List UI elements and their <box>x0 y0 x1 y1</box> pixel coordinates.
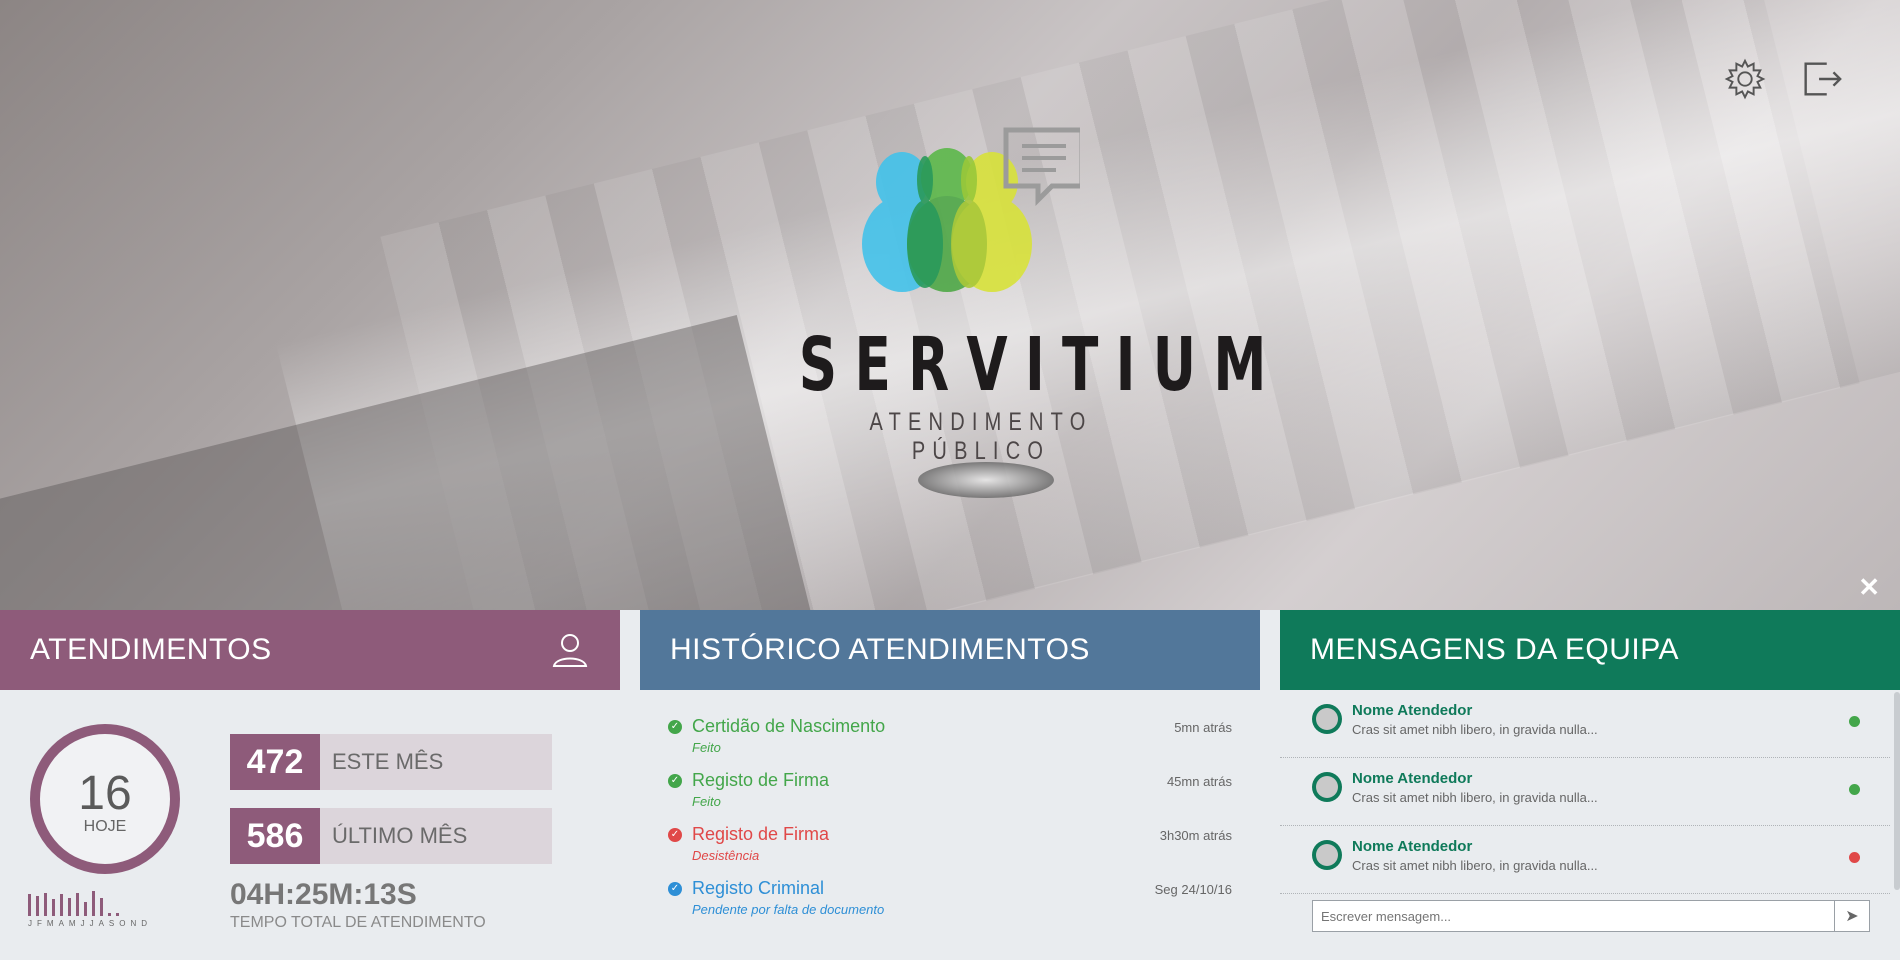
history-title: Registo de Firma <box>692 770 830 790</box>
check-icon: ✓ <box>668 774 682 788</box>
message-composer: ➤ <box>1312 900 1870 932</box>
monthly-bar-chart: JFMAMJJASOND <box>28 890 188 928</box>
history-time: 45mn atrás <box>1166 774 1232 789</box>
month-letter: O <box>119 919 128 928</box>
historico-panel: HISTÓRICO ATENDIMENTOS ✓ Certidão de Nas… <box>640 610 1260 960</box>
history-status: Feito <box>692 794 721 809</box>
message-input[interactable] <box>1312 900 1834 932</box>
stat-last-month: 586 ÚLTIMO MÊS <box>230 808 552 864</box>
hero-banner: SERVITIUM ATENDIMENTO PÚBLICO ✕ <box>0 0 1900 610</box>
month-bar <box>108 913 111 916</box>
message-item[interactable]: Nome Atendedor Cras sit amet nibh libero… <box>1280 758 1890 826</box>
month-letter: J <box>28 919 34 928</box>
message-author: Nome Atendedor <box>1352 838 1473 855</box>
month-bar <box>68 898 71 916</box>
month-letter: N <box>130 919 139 928</box>
servitium-logo: SERVITIUM ATENDIMENTO PÚBLICO <box>740 120 1284 465</box>
history-title: Registo de Firma <box>692 824 830 844</box>
history-title: Certidão de Nascimento <box>692 716 886 736</box>
panel-title: ATENDIMENTOS <box>30 633 272 666</box>
stat-value: 472 <box>230 734 320 790</box>
logout-icon[interactable] <box>1798 56 1844 102</box>
history-status: Pendente por falta de documento <box>692 902 885 917</box>
month-letter: M <box>68 919 78 928</box>
month-bar <box>36 896 39 916</box>
history-status: Desistência <box>692 848 760 863</box>
avatar <box>1312 704 1342 734</box>
check-icon: ✓ <box>668 882 682 896</box>
history-time: 3h30m atrás <box>1159 828 1232 843</box>
total-time: 04H:25M:13S <box>230 878 417 911</box>
history-time: 5mn atrás <box>1174 720 1232 735</box>
top-toolbar <box>1722 56 1844 102</box>
history-time: Seg 24/10/16 <box>1154 882 1232 897</box>
atendimentos-panel: ATENDIMENTOS 16 HOJE JFMAMJJASOND 472 ES… <box>0 610 620 960</box>
history-item[interactable]: ✓ Registo de Firma Feito 45mn atrás <box>668 768 1232 822</box>
month-letter: A <box>58 919 66 928</box>
message-text: Cras sit amet nibh libero, in gravida nu… <box>1352 722 1598 737</box>
month-letter: F <box>37 919 44 928</box>
stat-this-month: 472 ESTE MÊS <box>230 734 552 790</box>
today-label: HOJE <box>83 818 127 835</box>
month-bars <box>28 890 188 916</box>
month-bar <box>84 902 87 916</box>
month-bar <box>100 898 103 916</box>
close-icon[interactable]: ✕ <box>1858 572 1880 603</box>
user-icon[interactable] <box>550 630 590 670</box>
month-bar <box>52 899 55 916</box>
message-item[interactable]: Nome Atendedor Cras sit amet nibh libero… <box>1280 826 1890 894</box>
today-count: 16 <box>78 767 132 820</box>
historico-header: HISTÓRICO ATENDIMENTOS <box>640 610 1260 690</box>
status-dot <box>1849 716 1860 727</box>
history-list: ✓ Certidão de Nascimento Feito 5mn atrás… <box>668 714 1232 930</box>
panel-title: MENSAGENS DA EQUIPA <box>1310 633 1680 666</box>
brand-tagline: ATENDIMENTO PÚBLICO <box>869 408 1093 465</box>
message-text: Cras sit amet nibh libero, in gravida nu… <box>1352 858 1598 873</box>
month-bar <box>44 893 47 916</box>
gear-icon[interactable] <box>1722 56 1768 102</box>
month-letter: M <box>46 919 56 928</box>
scrollbar[interactable] <box>1894 692 1900 890</box>
history-item[interactable]: ✓ Registo Criminal Pendente por falta de… <box>668 876 1232 930</box>
atendimentos-header: ATENDIMENTOS <box>0 610 620 690</box>
stat-value: 586 <box>230 808 320 864</box>
today-counter-ring: 16 HOJE <box>30 724 180 874</box>
month-bar <box>28 894 31 916</box>
stat-label: ESTE MÊS <box>320 734 552 790</box>
check-icon: ✓ <box>668 720 682 734</box>
month-letter: D <box>141 919 150 928</box>
mensagens-header: MENSAGENS DA EQUIPA <box>1280 610 1900 690</box>
message-item[interactable]: Nome Atendedor Cras sit amet nibh libero… <box>1280 690 1890 758</box>
check-icon: ✓ <box>668 828 682 842</box>
history-status: Feito <box>692 740 721 755</box>
month-letter: J <box>80 919 87 928</box>
avatar <box>1312 840 1342 870</box>
camera-lens <box>918 462 1054 498</box>
message-author: Nome Atendedor <box>1352 770 1473 787</box>
month-bar <box>60 894 63 916</box>
status-dot <box>1849 852 1860 863</box>
panel-title: HISTÓRICO ATENDIMENTOS <box>670 633 1090 666</box>
status-dot <box>1849 784 1860 795</box>
month-bar <box>116 913 119 916</box>
history-item[interactable]: ✓ Certidão de Nascimento Feito 5mn atrás <box>668 714 1232 768</box>
month-bar <box>92 891 95 916</box>
message-list: Nome Atendedor Cras sit amet nibh libero… <box>1280 690 1890 894</box>
brand-name: SERVITIUM <box>798 322 1284 408</box>
send-icon[interactable]: ➤ <box>1834 900 1870 932</box>
people-logo-icon <box>862 127 1080 292</box>
message-text: Cras sit amet nibh libero, in gravida nu… <box>1352 790 1598 805</box>
month-letter: A <box>98 919 106 928</box>
month-letter: S <box>108 919 117 928</box>
mensagens-panel: MENSAGENS DA EQUIPA Nome Atendedor Cras … <box>1280 610 1900 960</box>
total-time-label: TEMPO TOTAL DE ATENDIMENTO <box>230 914 486 931</box>
message-author: Nome Atendedor <box>1352 702 1473 719</box>
month-letters: JFMAMJJASOND <box>28 919 188 928</box>
history-item[interactable]: ✓ Registo de Firma Desistência 3h30m atr… <box>668 822 1232 876</box>
avatar <box>1312 772 1342 802</box>
month-bar <box>76 893 79 916</box>
month-letter: J <box>89 919 96 928</box>
history-title: Registo Criminal <box>692 878 825 898</box>
stat-label: ÚLTIMO MÊS <box>320 808 552 864</box>
